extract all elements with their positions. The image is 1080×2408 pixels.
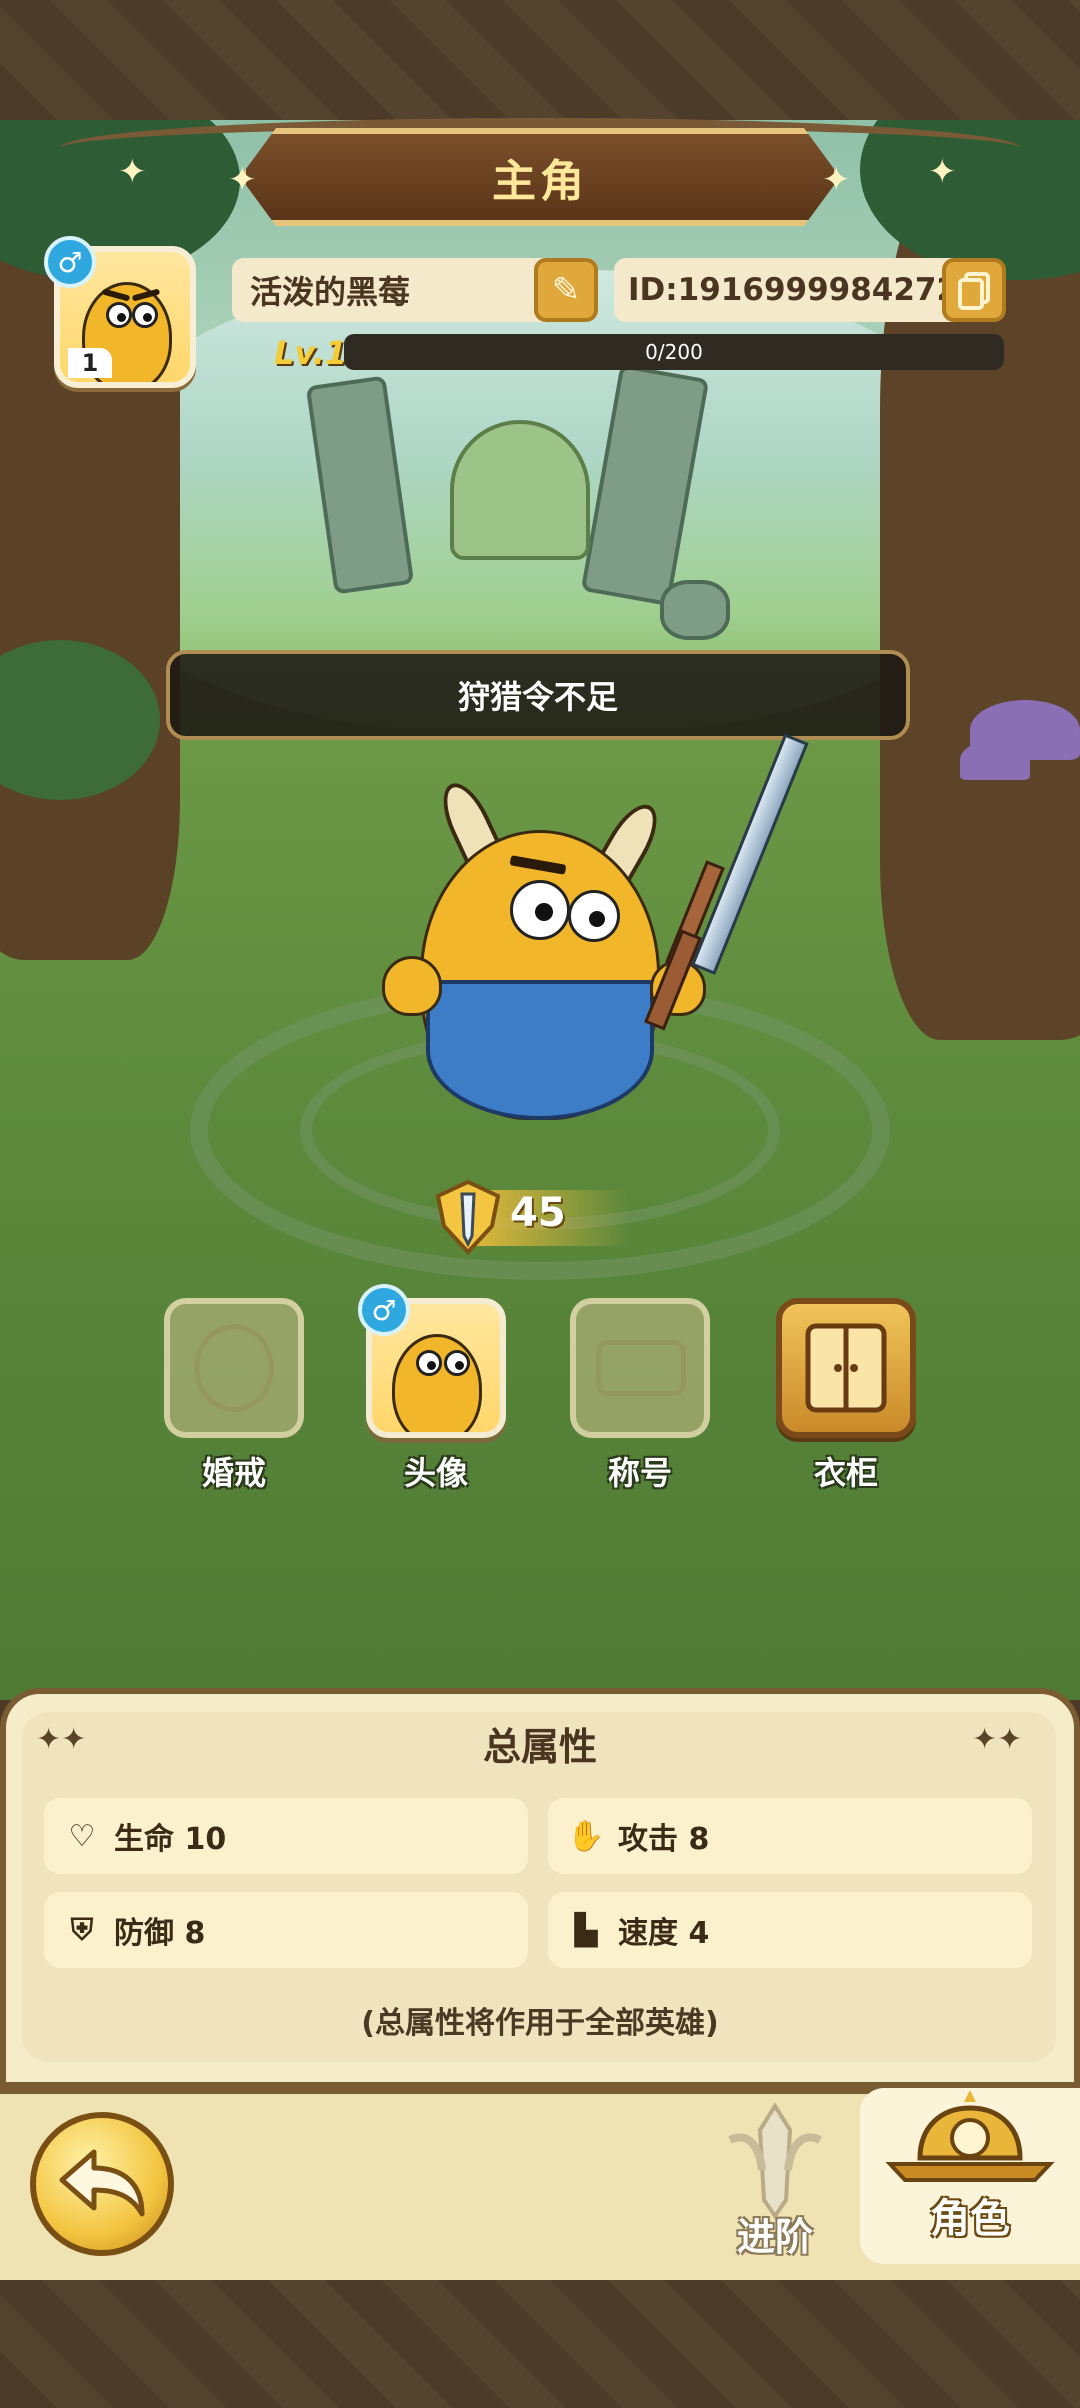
advance-sword-icon (728, 2102, 822, 2220)
edit-name-button[interactable]: ✎ (534, 258, 598, 322)
hero-overalls (426, 980, 654, 1120)
avatar-level-badge: 1 (68, 348, 112, 378)
attributes-note: (总属性将作用于全部英雄) (361, 2006, 719, 2041)
hero-hand-left (382, 956, 442, 1016)
attribute-attack-text: 攻击 8 (618, 1822, 710, 1857)
tab-role-label: 角色 (930, 2196, 1010, 2242)
shield-icon: ⛨ (70, 1912, 94, 1948)
title-slot-label: 称号 (607, 1454, 672, 1492)
copy-icon-front (958, 278, 984, 310)
decor-star-icon: ✦✦ (36, 1722, 87, 1757)
toast-message: 狩猎令不足 (166, 650, 910, 740)
attribute-hp-text: 生命 10 (114, 1822, 227, 1857)
attribute-attack: ✋ 攻击 8 (548, 1798, 1032, 1874)
attribute-defense: ⛨ 防御 8 (44, 1892, 528, 1968)
sparkle-icon: ✦ (228, 160, 257, 200)
distant-hill (450, 420, 590, 560)
decor-star-icon: ✦✦ (972, 1722, 1023, 1757)
page-title: 主角 (492, 156, 588, 207)
toast-text: 狩猎令不足 (457, 678, 618, 716)
back-button[interactable] (30, 2112, 174, 2256)
attribute-defense-text: 防御 8 (114, 1916, 206, 1951)
bottom-border (0, 2280, 1080, 2408)
male-gender-icon: ♂ (44, 236, 96, 288)
ring-icon (194, 1324, 274, 1412)
copy-id-button[interactable] (942, 258, 1006, 322)
male-gender-icon: ♂ (358, 1284, 410, 1336)
hero-eye-left (510, 880, 570, 940)
player-level: Lv.1 (274, 334, 348, 372)
combat-power-icon (435, 1179, 501, 1255)
claw-attack-icon: ✋ (567, 1818, 605, 1854)
heart-icon: ♡ (68, 1818, 96, 1854)
attribute-speed-text: 速度 4 (618, 1916, 710, 1951)
boot-icon: ▙ (574, 1912, 598, 1948)
avatar-eye (106, 302, 132, 328)
tab-advance-label: 进阶 (736, 2215, 813, 2259)
crown-title-icon (596, 1340, 686, 1396)
top-border (0, 0, 1080, 120)
experience-bar: 0/200 (344, 334, 1004, 370)
wardrobe-icon (805, 1323, 887, 1413)
experience-text: 0/200 (645, 340, 703, 364)
attribute-hp: ♡ 生命 10 (44, 1798, 528, 1874)
boulder (660, 580, 730, 640)
avatar-eye (132, 302, 158, 328)
pencil-icon: ✎ (551, 270, 581, 310)
role-crest-icon (885, 2090, 1055, 2182)
avatar-slot-label: 头像 (403, 1454, 468, 1492)
sparkle-icon: ✦ (928, 152, 957, 192)
wardrobe-slot[interactable] (776, 1298, 916, 1438)
ring-slot[interactable] (164, 1298, 304, 1438)
back-arrow-icon (59, 2149, 145, 2217)
ring-slot-label: 婚戒 (201, 1454, 266, 1492)
sparkle-icon: ✦ (118, 152, 147, 192)
wardrobe-slot-label: 衣柜 (813, 1454, 878, 1492)
combat-power-value: 45 (510, 1190, 566, 1236)
sparkle-icon: ✦ (822, 160, 851, 200)
attributes-title: 总属性 (482, 1725, 597, 1769)
mushroom (960, 740, 1030, 780)
avatar-slot-potato (392, 1334, 482, 1432)
title-slot[interactable] (570, 1298, 710, 1438)
hero-eye-right (568, 890, 620, 942)
attribute-speed: ▙ 速度 4 (548, 1892, 1032, 1968)
